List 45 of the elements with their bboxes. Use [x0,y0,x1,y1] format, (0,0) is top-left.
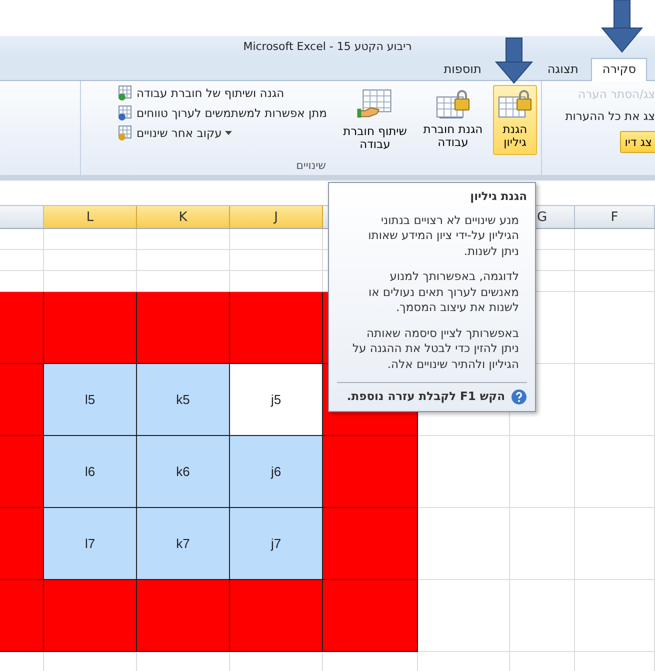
arrow-drawing [600,0,644,53]
help-hint: הקש F1 לקבלת עזרה נוספת. [346,389,505,405]
ribbon-command[interactable]: הגנה ושיתוף של חוברת עבודה [117,85,327,101]
arrow-drawing [494,38,534,84]
locked-sheets-icon [436,89,470,119]
sheets-icon [117,105,134,121]
column-header[interactable]: J [230,206,323,228]
table-cell [0,250,44,271]
table-cell [510,580,575,652]
table-cell: l5 [44,364,137,436]
table-cell: l7 [44,508,137,580]
ink-button[interactable]: צג דיו [620,131,655,153]
table-cell: j7 [230,508,323,580]
column-header[interactable] [0,206,44,228]
ribbon-tab[interactable]: תוספות [432,58,492,80]
sheet-pencil-icon [117,125,134,141]
ribbon-command[interactable]: צג את כל ההערות [565,109,655,123]
group-label: שינויים [296,159,326,174]
table-cell: k7 [137,508,230,580]
table-cell: j6 [230,436,323,508]
table-cell: k5 [137,364,230,436]
window-title: ריבוע הקטע 15 - Microsoft Excel [243,40,412,52]
table-cell: j5 [230,364,323,436]
tooltip-text: באפשרותך לציין סיסמה שאותה ניתן להזין כדי לבטל את ההגנה על הגיליון ולהתיר שינויים אלה. [351,326,519,372]
column-header[interactable]: K [137,206,230,228]
column-header[interactable]: F [575,206,655,228]
caret-icon [224,131,232,135]
table-cell: l6 [44,436,137,508]
locked-sheet-icon [498,89,532,119]
table-cell [510,436,575,508]
table-cell: k6 [137,436,230,508]
ribbon-button[interactable]: הגנת גיליון [493,85,537,155]
table-cell [510,508,575,580]
ribbon-tab[interactable]: תצוגה [536,58,590,80]
ribbon-button[interactable]: הגנת חוברת עבודה [417,85,489,155]
ribbon-tab[interactable]: סקירה [591,58,647,81]
help-icon [511,389,527,406]
column-header[interactable]: L [44,206,137,228]
ribbon-command[interactable]: מתן אפשרות למשתמשים לערוך טווחים [117,105,327,121]
ribbon-button[interactable]: שיתוף חוברת עבודה [337,85,413,155]
table-cell [0,229,44,250]
tooltip-title: הגנת גיליון [469,189,527,205]
sheets-icon [117,85,134,101]
ribbon-command[interactable]: עקוב אחר שינויים [117,125,327,141]
tooltip-text: לדוגמה, באפשרותך למנוע מאנשים לערוך תאים נעולים או לשנות את עיצוב המסמך. [367,269,519,316]
